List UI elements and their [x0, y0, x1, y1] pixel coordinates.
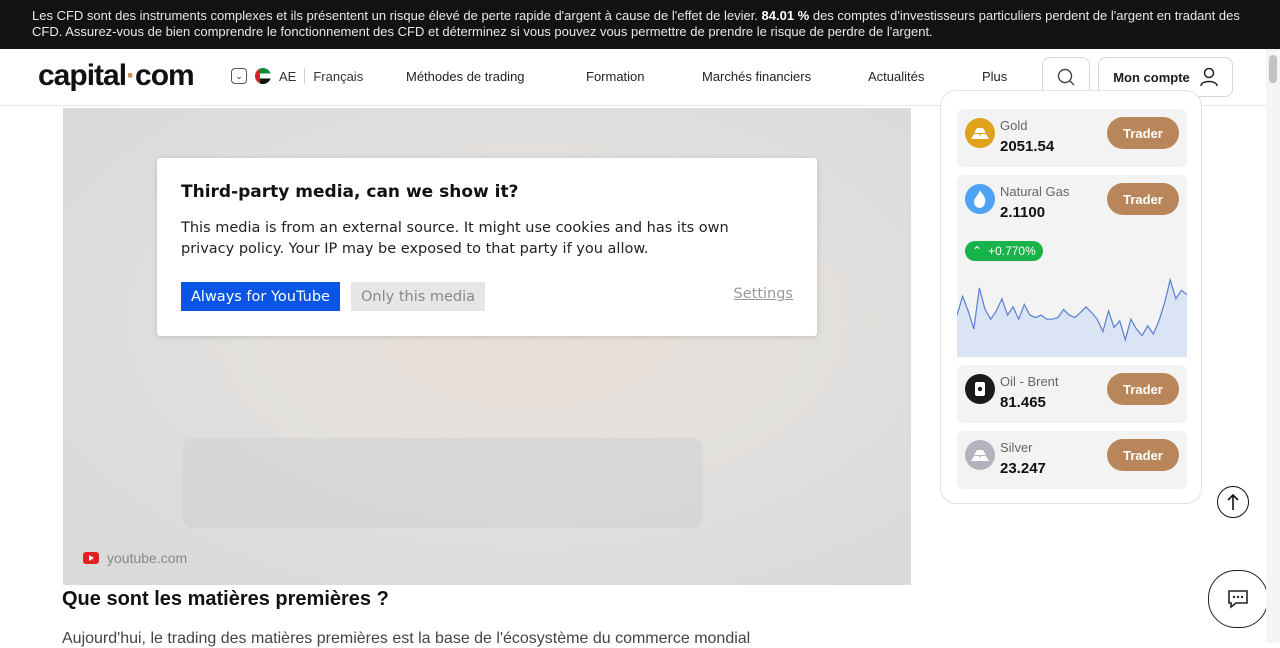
market-card-gold[interactable]: Gold 2051.54 Trader [957, 109, 1187, 167]
region-language-selector[interactable]: ⌄ AE Français [231, 68, 363, 84]
article-paragraph: Aujourd'hui, le trading des matières pre… [62, 630, 751, 647]
market-price: 81.465 [1000, 394, 1046, 411]
video-source-label: youtube.com [107, 550, 188, 566]
trade-button[interactable]: Trader [1107, 373, 1179, 405]
oil-barrel-icon [965, 374, 995, 404]
risk-warning-banner: Les CFD sont des instruments complexes e… [0, 0, 1280, 49]
trade-button[interactable]: Trader [1107, 117, 1179, 149]
nav-education[interactable]: Formation [586, 69, 645, 84]
market-name: Silver [1000, 440, 1033, 455]
market-card-natural-gas[interactable]: Natural Gas 2.1100 Trader ⌃ +0.770% [957, 175, 1187, 357]
nav-news[interactable]: Actualités [868, 69, 924, 84]
market-name: Gold [1000, 118, 1028, 133]
price-sparkline [957, 277, 1187, 357]
chevron-down-icon[interactable]: ⌄ [231, 68, 247, 84]
chat-button[interactable] [1208, 570, 1268, 628]
youtube-icon [83, 552, 99, 564]
change-value: +0.770% [988, 244, 1036, 258]
embedded-video-placeholder: Third-party media, can we show it? This … [63, 108, 911, 585]
divider [304, 68, 306, 84]
markets-widget: Gold 2051.54 Trader Natural Gas 2.1100 T… [940, 90, 1202, 504]
market-card-oil-brent[interactable]: Oil - Brent 81.465 Trader [957, 365, 1187, 423]
scrollbar-thumb[interactable] [1269, 55, 1277, 83]
nav-more[interactable]: Plus [982, 69, 1007, 84]
nav-markets[interactable]: Marchés financiers [702, 69, 811, 84]
flame-icon [965, 184, 995, 214]
chat-icon [1228, 590, 1248, 609]
video-blur-shape [183, 438, 703, 528]
uae-flag-icon [255, 68, 271, 84]
account-label: Mon compte [1113, 69, 1190, 85]
market-price: 23.247 [1000, 460, 1046, 477]
capital-com-logo[interactable]: capital·com [38, 59, 195, 93]
page-scrollbar[interactable] [1266, 49, 1280, 643]
consent-settings-link[interactable]: Settings [734, 286, 793, 302]
consent-text: This media is from an external source. I… [181, 220, 729, 257]
risk-percent: 84.01 % [761, 8, 810, 23]
market-name: Natural Gas [1000, 184, 1070, 199]
market-name: Oil - Brent [1000, 374, 1059, 389]
risk-text-before: Les CFD sont des instruments complexes e… [32, 8, 762, 23]
search-icon [1057, 68, 1075, 86]
silver-bars-icon [965, 440, 995, 470]
region-code[interactable]: AE [279, 69, 296, 84]
arrow-up-icon: ⌃ [972, 244, 983, 258]
user-icon [1200, 67, 1218, 87]
language-label[interactable]: Français [313, 69, 363, 84]
trade-button[interactable]: Trader [1107, 439, 1179, 471]
market-card-silver[interactable]: Silver 23.247 Trader [957, 431, 1187, 489]
consent-title: Third-party media, can we show it? [181, 182, 519, 202]
change-badge: ⌃ +0.770% [965, 241, 1043, 261]
third-party-consent-dialog: Third-party media, can we show it? This … [157, 158, 817, 336]
arrow-up-icon [1227, 493, 1239, 510]
trade-button[interactable]: Trader [1107, 183, 1179, 215]
section-heading: Que sont les matières premières ? [62, 588, 389, 610]
market-price: 2051.54 [1000, 138, 1055, 155]
scroll-to-top-button[interactable] [1217, 486, 1249, 518]
market-price: 2.1100 [1000, 204, 1046, 221]
only-this-media-button[interactable]: Only this media [351, 282, 486, 311]
gold-bars-icon [965, 118, 995, 148]
video-source: youtube.com [83, 550, 187, 566]
nav-trading-methods[interactable]: Méthodes de trading [406, 69, 525, 84]
always-for-youtube-button[interactable]: Always for YouTube [181, 282, 340, 311]
